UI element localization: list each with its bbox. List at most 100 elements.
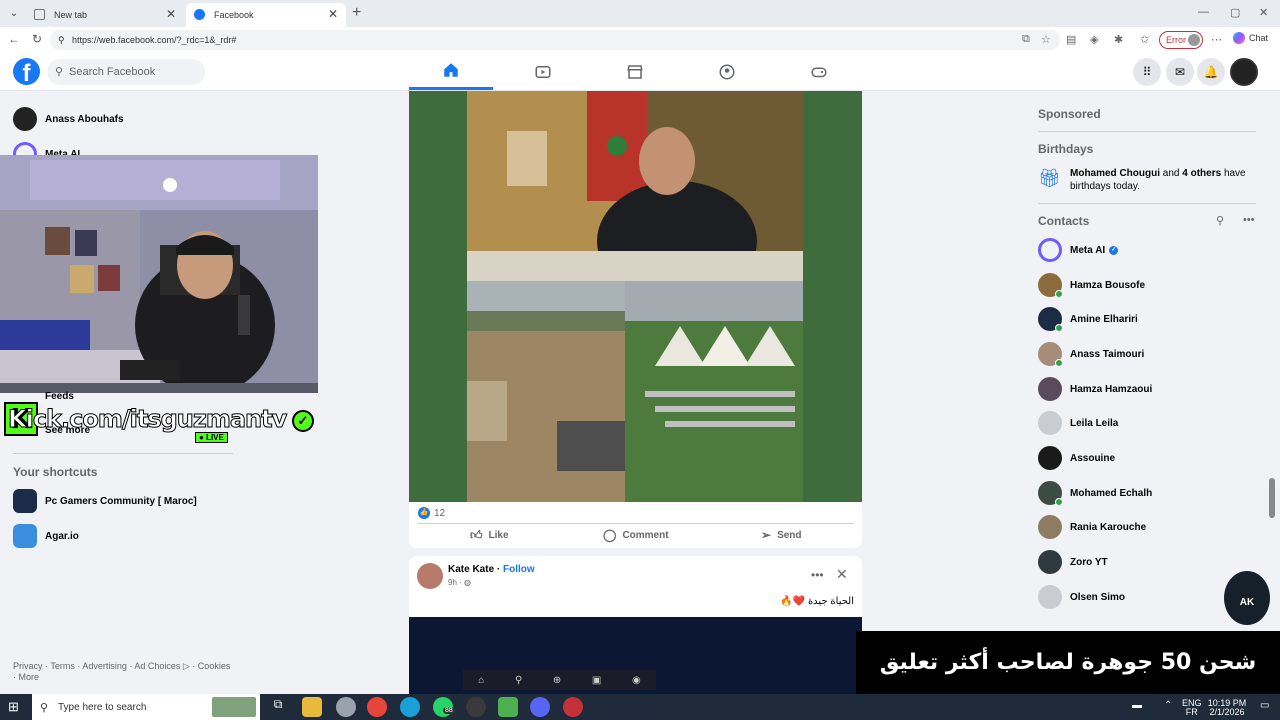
messenger-button[interactable]: ✉ <box>1166 58 1194 86</box>
shortcut-item[interactable]: Pc Gamers Community [ Maroc] <box>13 488 197 514</box>
url-text: https://web.facebook.com/?_rdc=1&_rdr# <box>72 35 237 45</box>
language-indicator[interactable]: ENG FR <box>1182 699 1202 717</box>
task-view-icon[interactable]: ⧉ <box>268 697 288 717</box>
sidebar-item-feeds[interactable]: Feeds <box>45 391 74 402</box>
facebook-logo-icon[interactable]: f <box>13 58 40 87</box>
avatar <box>1038 585 1062 609</box>
close-tab-icon[interactable]: ✕ <box>328 7 338 21</box>
thumbs-up-icon: 👍︎ <box>470 527 483 542</box>
tab-video[interactable] <box>501 53 585 90</box>
discord-icon[interactable] <box>530 697 550 717</box>
contact-item[interactable]: Assouine <box>1038 445 1115 471</box>
comment-button[interactable]: ◯ Comment <box>603 527 669 543</box>
kick-channel-text: Kick.com/itsguzmantv <box>7 405 287 434</box>
contact-item[interactable]: Meta AI ✓ <box>1038 237 1119 263</box>
like-button[interactable]: 👍︎ Like <box>470 527 509 543</box>
whatsapp-icon[interactable]: 88 <box>433 697 455 717</box>
contact-item[interactable]: Leila Leila <box>1038 410 1118 436</box>
notifications-button[interactable]: 🔔 <box>1197 58 1225 86</box>
avatar <box>1038 515 1062 539</box>
contact-item[interactable]: Zoro YT <box>1038 549 1108 575</box>
windows-start-icon[interactable]: ⊞ <box>8 699 24 715</box>
contact-item[interactable]: Amine Elhariri <box>1038 306 1138 332</box>
footer-links[interactable]: Privacy · Terms · Advertising · Ad Choic… <box>13 661 233 683</box>
obs-icon[interactable] <box>466 697 486 717</box>
extension-icon[interactable]: ◈ <box>1090 33 1098 46</box>
app-icon[interactable] <box>563 697 583 717</box>
notification-center-icon[interactable]: ▭ <box>1260 701 1269 711</box>
search-contacts-icon[interactable]: ⚲ <box>1216 214 1224 227</box>
time-text: 9h · <box>448 578 462 587</box>
avatar[interactable] <box>417 563 443 589</box>
tab-gaming[interactable] <box>777 53 861 90</box>
favorite-star-icon[interactable]: ☆ <box>1041 33 1051 46</box>
address-bar-row: ← ↻ ⚲ https://web.facebook.com/?_rdc=1&_… <box>0 27 1280 53</box>
more-menu-icon[interactable]: ⋯ <box>1211 33 1222 46</box>
contact-name: Assouine <box>1070 452 1116 464</box>
contact-item[interactable]: Anass Taimouri <box>1038 341 1144 367</box>
birthday-notice[interactable]: Mohamed Chougui and 4 others have birthd… <box>1070 167 1260 193</box>
tab-actions-chevron-icon[interactable]: ⌄ <box>6 6 22 22</box>
menu-grid-button[interactable]: ⠿ <box>1133 58 1161 86</box>
page-scrollbar[interactable] <box>1267 91 1280 631</box>
copilot-chat-button[interactable]: Chat <box>1233 32 1268 44</box>
close-tab-icon[interactable]: ✕ <box>166 7 176 21</box>
clock[interactable]: 10:19 PM 2/1/2026 <box>1202 699 1252 717</box>
search-input[interactable]: ⚲ Search Facebook <box>47 59 205 85</box>
favorites-icon[interactable]: ✩ <box>1140 33 1149 46</box>
chrome-icon[interactable] <box>367 697 387 717</box>
close-icon[interactable]: ✕ <box>836 566 848 583</box>
profile-error-button[interactable]: Error <box>1159 31 1203 49</box>
birthday-and: and <box>1162 168 1180 179</box>
comment-label: Comment <box>622 529 669 541</box>
minimize-icon[interactable]: — <box>1198 6 1209 18</box>
account-avatar[interactable] <box>1230 58 1258 86</box>
reaction-summary[interactable]: 👍 12 <box>418 507 445 519</box>
tab-home[interactable] <box>409 53 493 90</box>
sidebar-divider <box>13 453 233 454</box>
send-button[interactable]: ➢ Send <box>761 527 802 543</box>
author-name[interactable]: Kate Kate <box>448 564 494 575</box>
taskbar-search-input[interactable]: ⚲ Type here to search <box>32 694 260 720</box>
contact-item[interactable]: Hamza Hamzaoui <box>1038 376 1152 402</box>
tab-new-tab[interactable]: New tab ✕ <box>26 3 184 27</box>
extensions-puzzle-icon[interactable]: ✱ <box>1114 33 1123 46</box>
reload-icon[interactable]: ↻ <box>32 32 42 46</box>
back-arrow-icon[interactable]: ← <box>8 32 20 46</box>
contact-item[interactable]: Olsen Simo <box>1038 584 1125 610</box>
birthday-person: Mohamed Chougui <box>1070 168 1160 179</box>
file-explorer-icon[interactable] <box>302 697 322 717</box>
tab-groups[interactable] <box>685 53 769 90</box>
new-tab-plus-icon[interactable]: + <box>352 4 361 22</box>
tab-marketplace[interactable] <box>593 53 677 90</box>
app-icon[interactable] <box>498 697 518 717</box>
tab-facebook[interactable]: Facebook ✕ <box>186 3 346 27</box>
url-field[interactable]: ⚲ https://web.facebook.com/?_rdc=1&_rdr# <box>50 30 1060 50</box>
sidebar-item-profile[interactable]: Anass Abouhafs <box>13 105 124 133</box>
contact-item[interactable]: Hamza Bousofe <box>1038 272 1145 298</box>
reading-view-icon[interactable]: ▤ <box>1066 33 1076 46</box>
post-author[interactable]: Kate Kate · Follow <box>448 564 535 575</box>
taskbar-thumbnail-icon[interactable]: ▬ <box>1132 701 1142 711</box>
send-label: Send <box>777 529 802 541</box>
more-options-icon[interactable]: ••• <box>811 568 824 582</box>
post-timestamp[interactable]: 9h · ◍ <box>448 578 471 587</box>
scrollbar-thumb[interactable] <box>1269 478 1275 518</box>
follow-button[interactable]: Follow <box>503 564 535 575</box>
shortcut-item[interactable]: Agar.io <box>13 523 79 549</box>
more-options-icon[interactable]: ••• <box>1243 214 1255 226</box>
group-thumbnail <box>13 489 37 513</box>
app-available-icon[interactable]: ⧉ <box>1022 33 1030 46</box>
close-window-icon[interactable]: ✕ <box>1259 6 1268 19</box>
edge-icon[interactable] <box>400 697 420 717</box>
app-icon[interactable] <box>336 697 356 717</box>
lang-bottom: FR <box>1185 707 1198 717</box>
contact-item[interactable]: Mohamed Echalh <box>1038 480 1152 506</box>
online-indicator <box>1055 359 1063 367</box>
maximize-icon[interactable]: ▢ <box>1230 6 1240 19</box>
webcam-overlay <box>0 155 318 393</box>
contact-item[interactable]: Rania Karouche <box>1038 514 1146 540</box>
tray-chevron-icon[interactable]: ⌃ <box>1164 701 1172 711</box>
site-info-icon[interactable]: ⚲ <box>58 35 65 46</box>
bell-icon: 🔔 <box>1203 65 1219 79</box>
